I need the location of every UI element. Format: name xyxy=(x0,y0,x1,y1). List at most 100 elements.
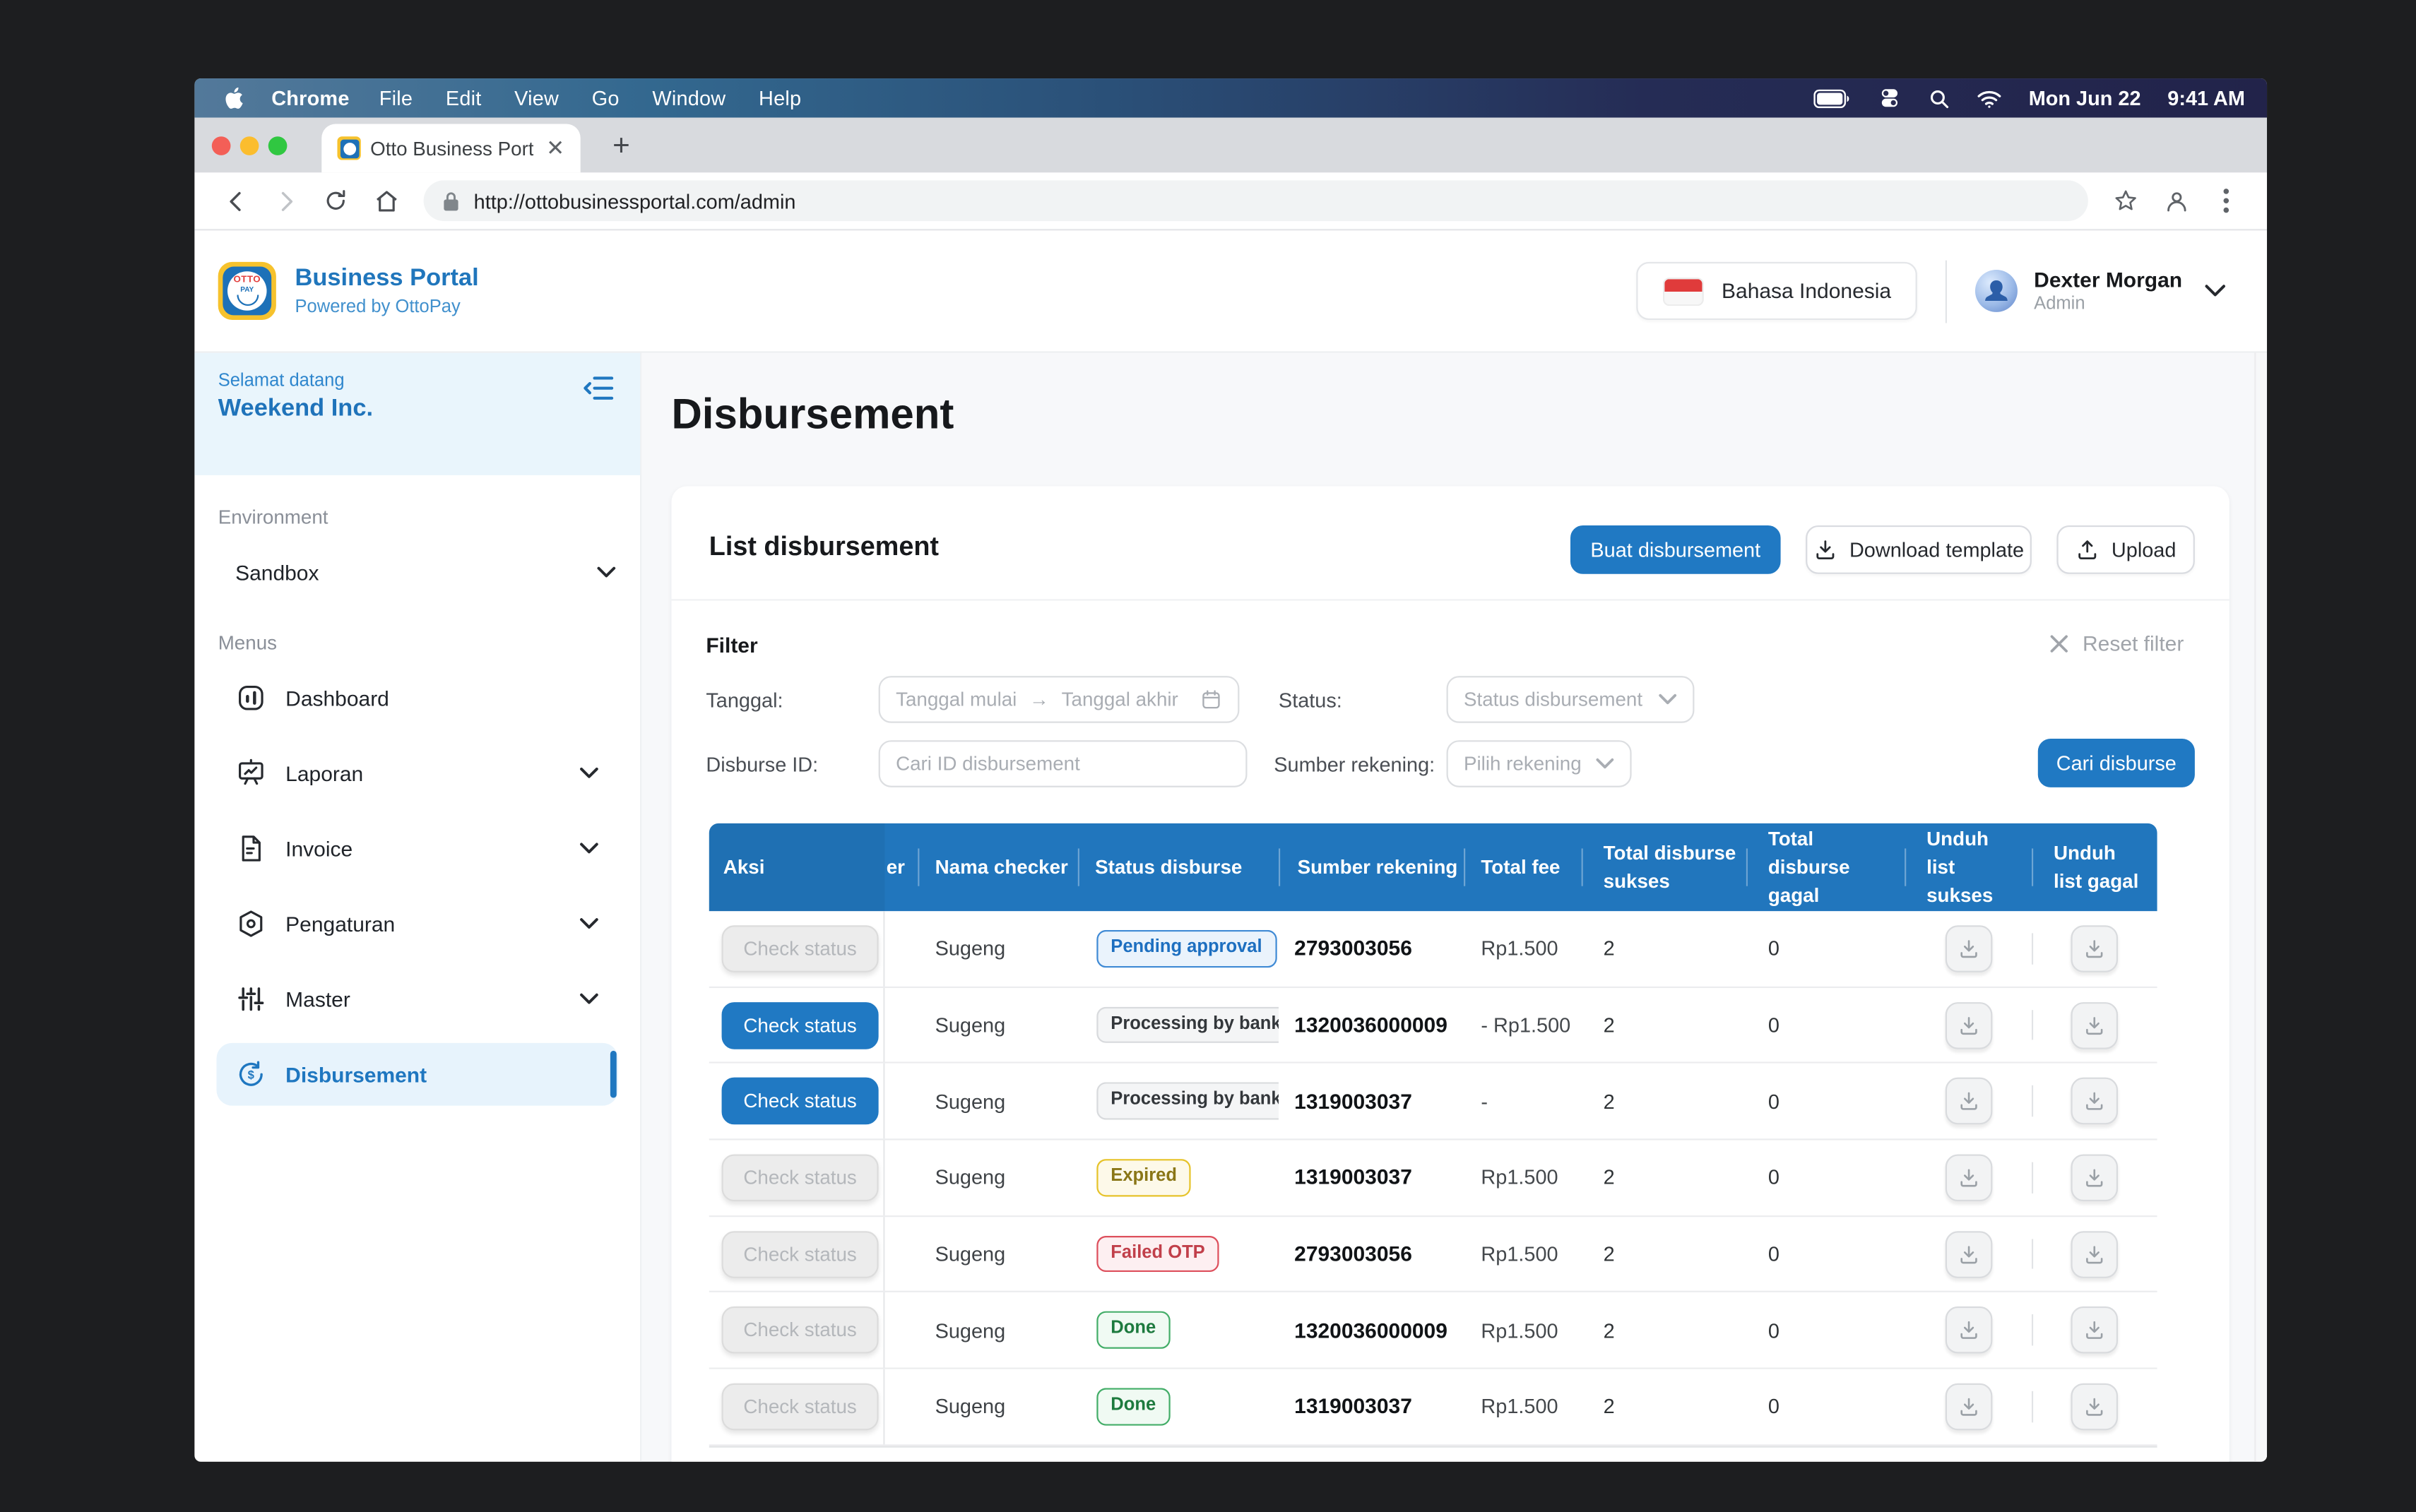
window-zoom-button[interactable] xyxy=(268,136,288,155)
sidebar-item-master[interactable]: Master xyxy=(216,968,618,1030)
total-disburse-gagal-value: 0 xyxy=(1746,1090,1905,1113)
svg-text:$: $ xyxy=(248,1068,255,1082)
maker-cell xyxy=(885,1141,918,1215)
download-sukses-button[interactable] xyxy=(1945,925,1992,972)
control-center-icon[interactable] xyxy=(1878,86,1902,109)
download-gagal-button[interactable] xyxy=(2071,1230,2118,1278)
menubar-item-chrome[interactable]: Chrome xyxy=(271,86,349,109)
total-disburse-gagal-value: 0 xyxy=(1746,937,1905,960)
check-status-button[interactable]: Check status xyxy=(722,1078,879,1125)
sidebar-item-disbursement[interactable]: $ Disbursement xyxy=(216,1043,618,1106)
column-header-unduh-list-sukses: Unduh list sukses xyxy=(1905,823,2032,911)
status-badge: Done xyxy=(1096,1388,1170,1426)
window-minimize-button[interactable] xyxy=(240,136,259,155)
download-gagal-button[interactable] xyxy=(2071,1307,2118,1355)
reload-button[interactable] xyxy=(315,180,356,221)
check-status-button[interactable]: Check status xyxy=(722,1154,879,1201)
new-tab-button[interactable]: + xyxy=(603,129,640,166)
download-gagal-button[interactable] xyxy=(2071,1001,2118,1049)
disbursement-card: List disbursement Buat disbursement Down… xyxy=(671,486,2229,1461)
status-dropdown[interactable]: Status disbursement xyxy=(1447,676,1695,723)
menubar-item-file[interactable]: File xyxy=(379,86,413,109)
sidebar-collapse-icon[interactable] xyxy=(582,375,615,402)
date-range-input[interactable]: Tanggal mulai → Tanggal akhir xyxy=(879,676,1240,723)
brand-title: Business Portal xyxy=(295,266,479,294)
battery-icon[interactable] xyxy=(1813,88,1851,107)
download-sukses-button[interactable] xyxy=(1945,1078,1992,1125)
sumber-rekening-label: Sumber rekening: xyxy=(1274,753,1435,776)
maker-cell xyxy=(885,1293,918,1368)
unduh-sukses-cell xyxy=(1905,1217,2032,1292)
unduh-sukses-cell xyxy=(1905,1141,2032,1215)
sumber-rekening-value: 1319003037 xyxy=(1279,1166,1464,1189)
menubar-date: Mon Jun 22 xyxy=(2029,86,2141,109)
spotlight-search-icon[interactable] xyxy=(1929,87,1950,109)
tab-title: Otto Business Portal xyxy=(370,137,533,159)
checker-name: Sugeng xyxy=(918,1395,1078,1418)
close-icon xyxy=(2049,633,2070,654)
bookmark-star-icon[interactable] xyxy=(2105,180,2146,221)
user-menu[interactable]: Dexter Morgan Admin xyxy=(2034,268,2182,314)
check-status-button[interactable]: Check status xyxy=(722,1230,879,1278)
sumber-rekening-dropdown[interactable]: Pilih rekening xyxy=(1447,740,1632,787)
buat-disbursement-button[interactable]: Buat disbursement xyxy=(1570,525,1781,574)
check-status-button[interactable]: Check status xyxy=(722,1001,879,1049)
user-chevron-down-icon[interactable] xyxy=(2204,284,2226,298)
profile-icon[interactable] xyxy=(2155,180,2196,221)
sumber-rekening-value: 2793003056 xyxy=(1279,1242,1464,1266)
disburse-id-input[interactable] xyxy=(896,753,1230,775)
environment-value: Sandbox xyxy=(235,561,596,584)
sidebar-item-laporan[interactable]: Laporan xyxy=(216,742,618,804)
status-cell: Processing by bank xyxy=(1078,1083,1279,1120)
download-gagal-button[interactable] xyxy=(2071,925,2118,972)
download-gagal-button[interactable] xyxy=(2071,1078,2118,1125)
page-scrollbar[interactable] xyxy=(2254,353,2267,1462)
download-gagal-button[interactable] xyxy=(2071,1154,2118,1201)
back-button[interactable] xyxy=(215,180,256,221)
cari-disburse-button[interactable]: Cari disburse xyxy=(2038,739,2195,787)
tab-close-icon[interactable]: ✕ xyxy=(543,135,568,162)
check-status-button[interactable]: Check status xyxy=(722,925,879,972)
check-status-button[interactable]: Check status xyxy=(722,1307,879,1355)
download-sukses-button[interactable] xyxy=(1945,1383,1992,1431)
page-title: Disbursement xyxy=(671,391,954,439)
disburse-id-label: Disburse ID: xyxy=(706,753,818,776)
environment-selector[interactable]: Sandbox xyxy=(194,538,640,607)
home-button[interactable] xyxy=(365,180,406,221)
download-template-button[interactable]: Download template xyxy=(1806,525,2032,574)
menubar-item-window[interactable]: Window xyxy=(652,86,726,109)
download-gagal-button[interactable] xyxy=(2071,1383,2118,1431)
browser-tab[interactable]: Otto Business Portal ✕ xyxy=(321,124,580,172)
window-close-button[interactable] xyxy=(212,136,231,155)
menubar-item-help[interactable]: Help xyxy=(759,86,801,109)
download-sukses-button[interactable] xyxy=(1945,1230,1992,1278)
check-status-button[interactable]: Check status xyxy=(722,1383,879,1431)
total-fee-value: Rp1.500 xyxy=(1464,1395,1582,1418)
welcome-text: Selamat datang xyxy=(218,371,615,391)
download-sukses-button[interactable] xyxy=(1945,1001,1992,1049)
language-selector[interactable]: Bahasa Indonesia xyxy=(1637,262,1918,320)
wifi-icon[interactable] xyxy=(1977,88,2002,107)
menubar-item-view[interactable]: View xyxy=(514,86,559,109)
upload-button[interactable]: Upload xyxy=(2056,525,2194,574)
screen: Chrome File Edit View Go Window Help Mon… xyxy=(194,78,2267,1462)
apple-icon[interactable] xyxy=(223,86,243,109)
menubar-item-edit[interactable]: Edit xyxy=(446,86,482,109)
user-avatar[interactable] xyxy=(1976,270,2018,312)
disbursement-table: Aksi er Nama checker Status disburse Sum… xyxy=(709,823,2157,1447)
kebab-menu-icon[interactable] xyxy=(2205,180,2246,221)
menubar-item-go[interactable]: Go xyxy=(592,86,620,109)
total-disburse-sukses-value: 2 xyxy=(1582,1166,1746,1189)
address-bar[interactable]: http://ottobusinessportal.com/admin xyxy=(424,180,2088,221)
total-disburse-gagal-value: 0 xyxy=(1746,1318,1905,1342)
dashboard-icon xyxy=(235,682,266,713)
sidebar-item-invoice[interactable]: Invoice xyxy=(216,817,618,880)
sidebar-item-dashboard[interactable]: Dashboard xyxy=(216,667,618,730)
sidebar-item-pengaturan[interactable]: Pengaturan xyxy=(216,893,618,956)
reset-filter-button[interactable]: Reset filter xyxy=(2049,632,2184,655)
download-sukses-button[interactable] xyxy=(1945,1307,1992,1355)
forward-button[interactable] xyxy=(265,180,306,221)
header-divider xyxy=(1946,260,1948,323)
status-badge: Processing by bank xyxy=(1096,1083,1279,1120)
download-sukses-button[interactable] xyxy=(1945,1154,1992,1201)
